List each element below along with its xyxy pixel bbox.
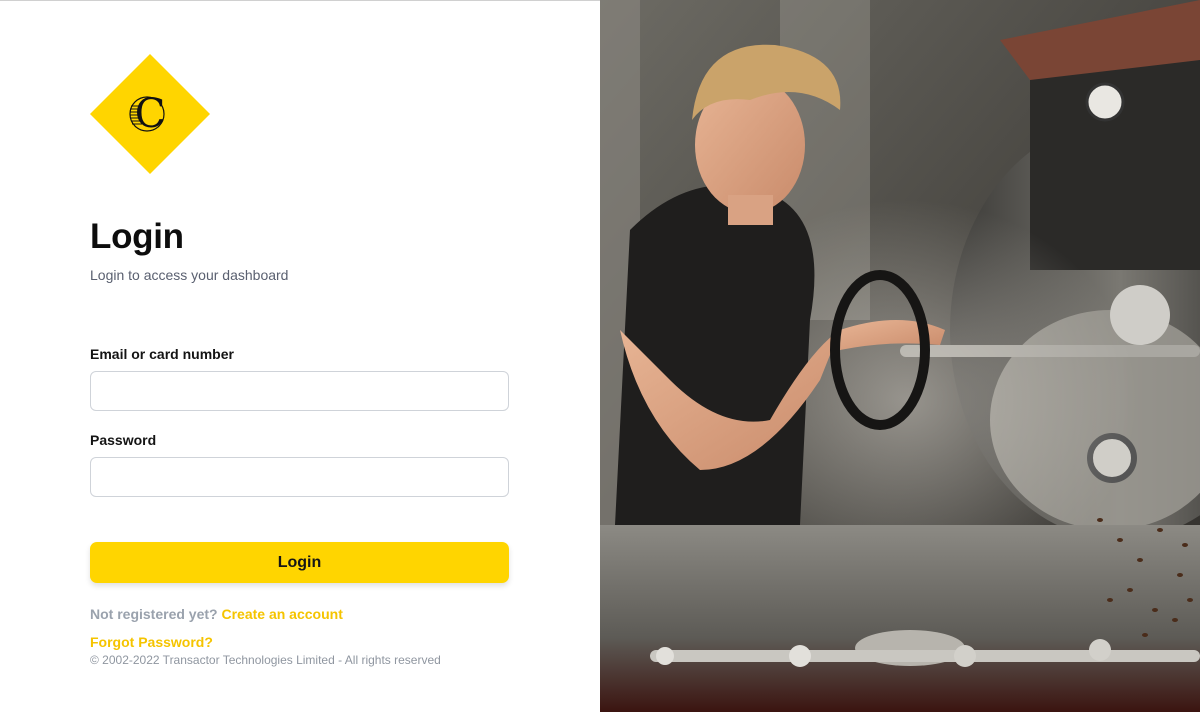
email-label: Email or card number — [90, 346, 234, 362]
register-prompt: Not registered yet? Create an account — [90, 606, 343, 622]
logo-monogram-icon: C — [129, 91, 166, 137]
forgot-password-link[interactable]: Forgot Password? — [90, 634, 213, 650]
login-panel: C Login Login to access your dashboard E… — [0, 0, 600, 712]
password-label: Password — [90, 432, 157, 448]
hero-image — [600, 0, 1200, 712]
not-registered-text: Not registered yet? — [90, 606, 218, 622]
brand-logo: C — [90, 54, 210, 174]
login-button[interactable]: Login — [90, 542, 509, 583]
coffee-roaster-photo — [600, 0, 1200, 712]
page-title: Login — [90, 217, 184, 256]
copyright-text: © 2002-2022 Transactor Technologies Limi… — [90, 653, 441, 667]
create-account-link[interactable]: Create an account — [221, 606, 342, 622]
email-field[interactable] — [90, 371, 509, 411]
svg-text:C: C — [135, 91, 166, 137]
password-field[interactable] — [90, 457, 509, 497]
page-subtitle: Login to access your dashboard — [90, 267, 289, 283]
